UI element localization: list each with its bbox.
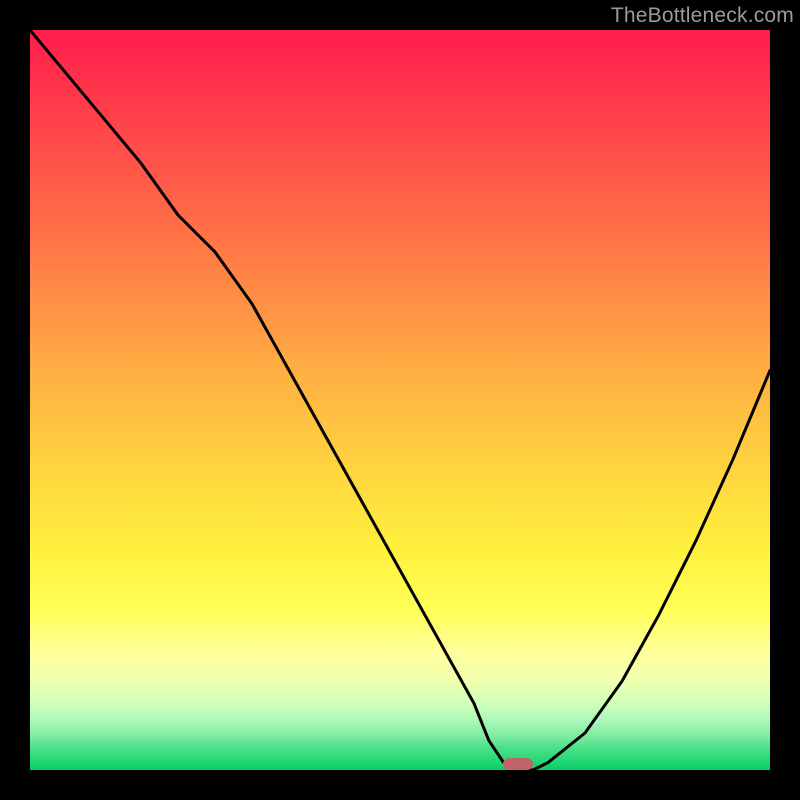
- bottleneck-curve-path: [30, 30, 770, 770]
- watermark-text: TheBottleneck.com: [611, 4, 794, 28]
- plot-area: [30, 30, 770, 770]
- optimal-marker: [503, 758, 533, 770]
- curve-svg: [30, 30, 770, 770]
- chart-frame: TheBottleneck.com: [0, 0, 800, 800]
